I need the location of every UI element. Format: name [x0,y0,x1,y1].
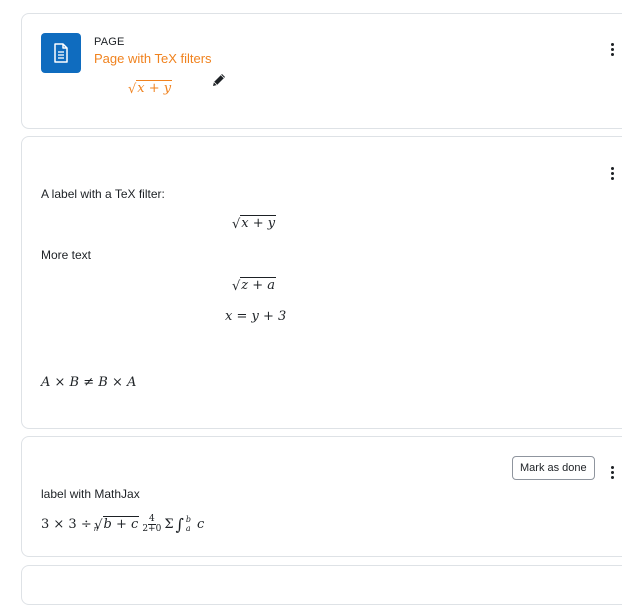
fraction-denominator: 2+0 [142,524,162,534]
sigma-symbol: Σ [164,517,174,532]
label-mathjax-card: Mark as done label with MathJax 3 × 3 ÷ … [21,436,622,557]
kebab-menu-icon[interactable] [607,464,619,481]
label-text: label with MathJax [41,487,140,501]
activity-description-math: √ x + y [128,80,173,97]
pencil-icon[interactable] [211,72,227,88]
kebab-menu-icon[interactable] [607,41,619,58]
activity-name-link[interactable]: Page with TeX filters [94,51,212,66]
page-activity-card: PAGE Page with TeX filters √ x + y [21,13,622,129]
nth-root: n √ b + c [93,516,140,533]
page-document-icon[interactable] [41,33,81,73]
math-suffix: c [196,517,205,532]
sqrt-radicand: x + y [136,80,173,96]
math-inequality: A × B ≠ B × A [41,375,137,390]
sqrt-radicand: z + a [240,277,277,293]
label-tex-card: A label with a TeX filter: √ x + y More t… [21,136,622,429]
integral-limits: b a [185,515,191,534]
label-text: More text [41,248,92,262]
next-activity-card [21,565,622,605]
math-prefix: 3 × 3 ÷ [41,517,92,532]
kebab-menu-icon[interactable] [607,165,619,182]
math-sqrt-x-y: √ x + y [232,215,277,232]
integral-lower: a [185,523,191,533]
fraction: 4 2+0 [141,515,162,534]
sqrt-radicand: x + y [240,215,277,231]
math-sqrt-z-a: √ z + a [232,277,277,294]
sqrt-radicand: b + c [102,516,140,533]
integral-symbol: ∫ [175,515,184,534]
mathjax-expression: 3 × 3 ÷ n √ b + c 4 2+0 Σ ∫ b a c [41,515,205,535]
mark-as-done-button[interactable]: Mark as done [512,456,595,480]
activity-type-label: PAGE [94,36,125,48]
math-equation: x = y + 3 [225,309,287,324]
label-text: A label with a TeX filter: [41,187,165,201]
